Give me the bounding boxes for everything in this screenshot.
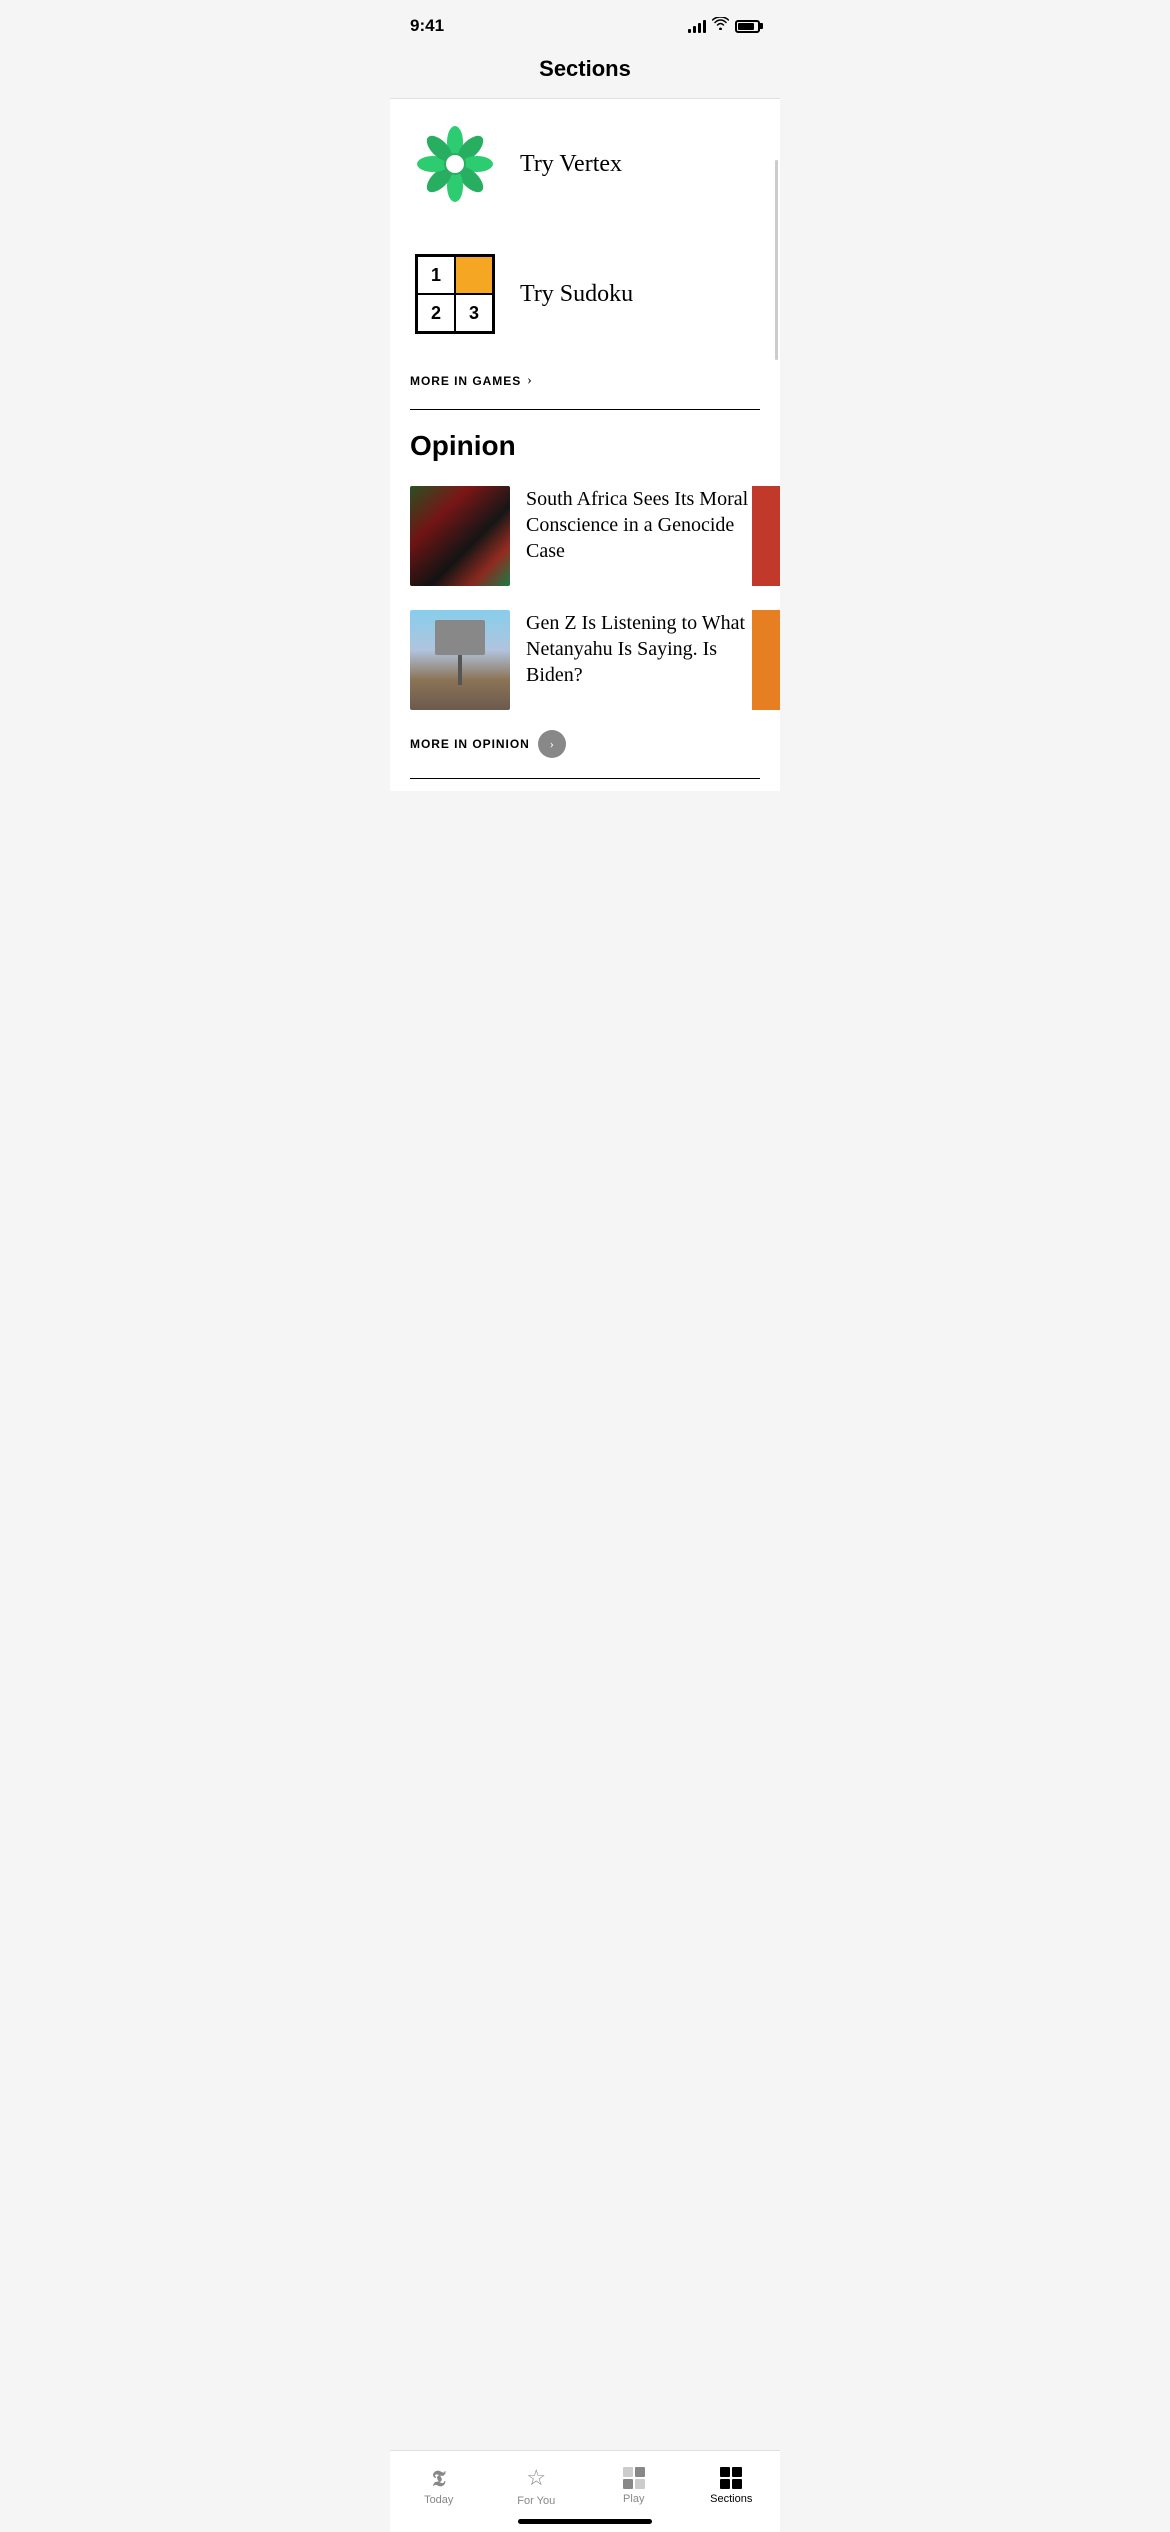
article-thumb-billboard (410, 610, 510, 710)
sudoku-cell-4: 3 (455, 294, 493, 332)
article-title-1: South Africa Sees Its Moral Conscience i… (526, 488, 748, 562)
status-time: 9:41 (410, 16, 444, 36)
vertex-item[interactable]: Try Vertex (390, 99, 780, 229)
sudoku-icon: 1 2 3 (410, 249, 500, 339)
opinion-header: Opinion (390, 410, 780, 474)
sudoku-cell-3: 2 (417, 294, 455, 332)
vertex-icon (410, 119, 500, 209)
home-indicator (518, 2519, 652, 2524)
article-sa-moral[interactable]: South Africa Sees Its Moral Conscience i… (390, 474, 780, 598)
scroll-content[interactable]: Try Vertex 1 2 3 Try Sudoku MORE IN GAME… (390, 99, 780, 791)
arrow-icon: › (550, 736, 554, 752)
article-thumb-protest (410, 486, 510, 586)
checkerboard-icon (623, 2467, 645, 2489)
sudoku-cell-2 (455, 256, 493, 294)
more-games-chevron: › (527, 373, 532, 389)
star-icon: ☆ (526, 2465, 546, 2491)
sudoku-title: Try Sudoku (520, 281, 633, 308)
scroll-track (775, 160, 778, 360)
opinion-section: Opinion South Africa Sees Its Moral Cons… (390, 410, 780, 778)
more-opinion-label: MORE IN OPINION (410, 737, 530, 751)
battery-icon (735, 20, 760, 33)
sections-grid-icon (720, 2467, 742, 2489)
sudoku-cell-1: 1 (417, 256, 455, 294)
opinion-title: Opinion (410, 430, 760, 462)
peek-image-2 (752, 610, 780, 710)
more-opinion-arrow: › (538, 730, 566, 758)
tab-sections-label: Sections (710, 2493, 752, 2505)
article-content-1: South Africa Sees Its Moral Conscience i… (526, 486, 760, 564)
wifi-icon (712, 17, 729, 35)
article-title-2: Gen Z Is Listening to What Netanyahu Is … (526, 612, 745, 686)
billboard-image (410, 610, 510, 710)
page-header: Sections (390, 48, 780, 99)
article-content-2: Gen Z Is Listening to What Netanyahu Is … (526, 610, 760, 688)
world-header: World (390, 779, 780, 791)
tab-play[interactable]: Play (585, 2451, 683, 2512)
page-title: Sections (410, 56, 760, 82)
tab-for-you[interactable]: ☆ For You (488, 2451, 586, 2512)
nyt-logo-icon: 𝕿 (432, 2466, 446, 2492)
protest-image (410, 486, 510, 586)
tab-sections[interactable]: Sections (683, 2451, 781, 2512)
tab-today[interactable]: 𝕿 Today (390, 2451, 488, 2512)
tab-play-label: Play (623, 2493, 644, 2505)
right-peek-2 (752, 610, 780, 710)
signal-icon (688, 19, 706, 33)
right-peek-1 (752, 486, 780, 586)
more-games-label: MORE IN GAMES (410, 374, 521, 388)
games-section: Try Vertex 1 2 3 Try Sudoku MORE IN GAME… (390, 99, 780, 409)
tab-for-you-label: For You (517, 2495, 555, 2507)
peek-image-1 (752, 486, 780, 586)
sudoku-item[interactable]: 1 2 3 Try Sudoku (390, 229, 780, 359)
more-games-link[interactable]: MORE IN GAMES › (390, 359, 780, 409)
vertex-title: Try Vertex (520, 151, 622, 178)
status-bar: 9:41 (390, 0, 780, 48)
article-genz[interactable]: Gen Z Is Listening to What Netanyahu Is … (390, 598, 780, 722)
more-opinion-link[interactable]: MORE IN OPINION › (390, 722, 780, 778)
status-icons (688, 17, 760, 35)
tab-today-label: Today (424, 2494, 453, 2506)
world-section: World How Leaders and Diplomats Are Tryi… (390, 779, 780, 791)
